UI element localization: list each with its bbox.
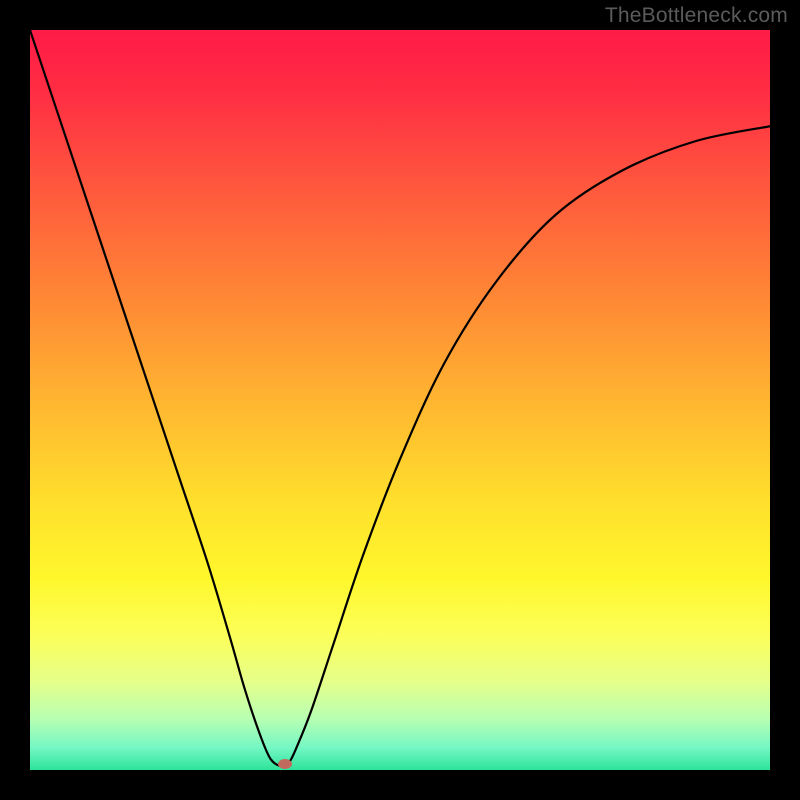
watermark-text: TheBottleneck.com [605, 4, 788, 28]
bottleneck-curve-path [30, 30, 770, 766]
plot-area [30, 30, 770, 770]
minimum-marker [278, 759, 292, 769]
curve-svg [30, 30, 770, 770]
